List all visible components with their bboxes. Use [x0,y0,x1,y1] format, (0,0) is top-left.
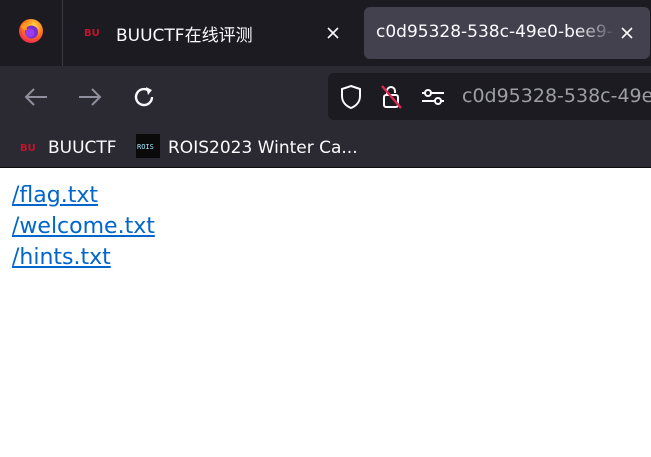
firefox-menu-button[interactable] [0,0,63,66]
permissions-sliders-icon[interactable] [420,84,446,110]
link-flag-txt[interactable]: /flag.txt [12,183,98,208]
link-hints-txt[interactable]: /hints.txt [12,245,111,270]
reload-icon[interactable] [129,82,159,112]
buuctf-favicon-icon: BU [20,139,40,158]
tab-title: c0d95328-538c-49e0-bee9- [376,22,612,42]
back-arrow-icon[interactable] [21,82,51,112]
link-welcome-txt[interactable]: /welcome.txt [12,214,155,239]
close-tab-icon[interactable] [616,22,638,44]
forward-arrow-icon[interactable] [75,82,105,112]
svg-text:ROIS: ROIS [137,143,154,151]
tab-bar: BU BUUCTF在线评测 c0d95328-538c-49e0-bee9- [0,0,651,66]
tab-active-challenge[interactable]: c0d95328-538c-49e0-bee9- [364,7,650,59]
svg-text:BU: BU [20,143,36,154]
bookmark-label: ROIS2023 Winter Ca... [168,138,358,158]
bookmark-buuctf[interactable]: BU BUUCTF [20,128,117,168]
buuctf-favicon-icon: BU [84,24,104,43]
url-bar[interactable]: c0d95328-538c-49e0 [328,73,651,120]
tab-buuctf[interactable]: BU BUUCTF在线评测 [64,0,356,66]
bookmarks-toolbar: BU BUUCTF ROIS ROIS2023 Winter Ca... [0,128,651,168]
shield-icon[interactable] [338,84,364,110]
page-content: /flag.txt /welcome.txt /hints.txt [0,168,651,457]
tab-title: BUUCTF在线评测 [116,25,253,46]
insecure-lock-icon[interactable] [378,84,404,110]
url-text[interactable]: c0d95328-538c-49e0 [462,85,651,107]
close-tab-icon[interactable] [322,22,344,44]
svg-text:BU: BU [84,28,100,39]
rois-favicon-icon: ROIS [136,134,160,162]
firefox-logo-icon [18,18,44,48]
bookmark-label: BUUCTF [48,138,117,158]
bookmark-rois2023[interactable]: ROIS ROIS2023 Winter Ca... [136,128,358,168]
